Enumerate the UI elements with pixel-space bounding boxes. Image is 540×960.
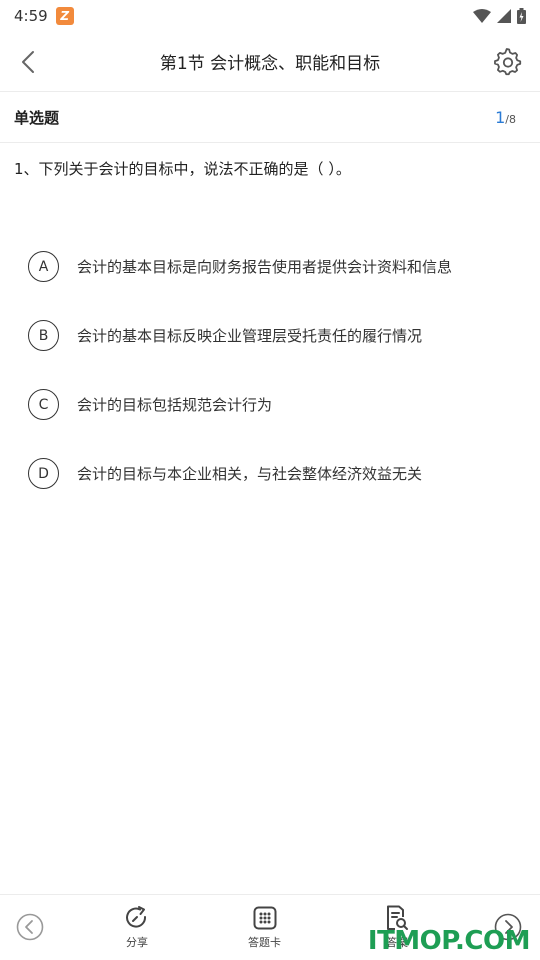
signal-icon xyxy=(497,9,511,23)
option-c[interactable]: C 会计的目标包括规范会计行为 xyxy=(0,370,540,439)
gear-icon xyxy=(494,48,522,76)
option-text: 会计的基本目标反映企业管理层受托责任的履行情况 xyxy=(77,327,423,345)
option-d[interactable]: D 会计的目标与本企业相关，与社会整体经济效益无关 xyxy=(0,439,540,508)
option-text: 会计的目标包括规范会计行为 xyxy=(77,396,273,414)
progress-total: 8 xyxy=(509,113,516,126)
share-label: 分享 xyxy=(126,936,148,949)
option-letter: B xyxy=(28,320,59,351)
bottom-toolbar: 分享 答题卡 答案 ITMOP.COM xyxy=(0,894,540,960)
question-type-bar: 单选题 1 / 8 xyxy=(0,93,540,143)
grid-icon xyxy=(253,906,276,930)
page-title: 第1节 会计概念、职能和目标 xyxy=(159,54,381,74)
wifi-icon xyxy=(473,9,491,23)
option-letter: C xyxy=(28,389,59,420)
battery-icon xyxy=(517,8,526,24)
answer-card-label: 答题卡 xyxy=(248,936,281,949)
option-text: 会计的基本目标是向财务报告使用者提供会计资料和信息 xyxy=(77,258,453,276)
progress-current: 1 xyxy=(495,108,506,127)
options-list: A 会计的基本目标是向财务报告使用者提供会计资料和信息 B 会计的基本目标反映企… xyxy=(0,232,540,508)
status-time: 4:59 xyxy=(14,7,48,25)
header: 第1节 会计概念、职能和目标 xyxy=(0,32,540,92)
option-letter: A xyxy=(28,251,59,282)
watermark: ITMOP.COM xyxy=(367,926,531,956)
option-text: 会计的目标与本企业相关，与社会整体经济效益无关 xyxy=(77,465,423,483)
option-letter: D xyxy=(28,458,59,489)
question-text: 1、下列关于会计的目标中，说法不正确的是（ ）。 xyxy=(14,160,351,178)
circle-chevron-left-icon xyxy=(16,913,44,941)
back-button[interactable] xyxy=(10,44,46,80)
status-bar: 4:59 Z xyxy=(0,0,540,32)
settings-button[interactable] xyxy=(490,44,526,80)
option-b[interactable]: B 会计的基本目标反映企业管理层受托责任的履行情况 xyxy=(0,301,540,370)
share-icon xyxy=(126,906,147,928)
question-type-label: 单选题 xyxy=(14,109,60,127)
chevron-left-icon xyxy=(22,51,34,73)
previous-question-button[interactable] xyxy=(16,913,44,945)
answer-card-button[interactable]: 答题卡 xyxy=(248,905,281,950)
app-logo-icon: Z xyxy=(55,7,74,25)
option-a[interactable]: A 会计的基本目标是向财务报告使用者提供会计资料和信息 xyxy=(0,232,540,301)
question-progress: 1 / 8 xyxy=(495,108,516,127)
status-icons xyxy=(473,8,526,24)
share-button[interactable]: 分享 xyxy=(124,905,150,950)
